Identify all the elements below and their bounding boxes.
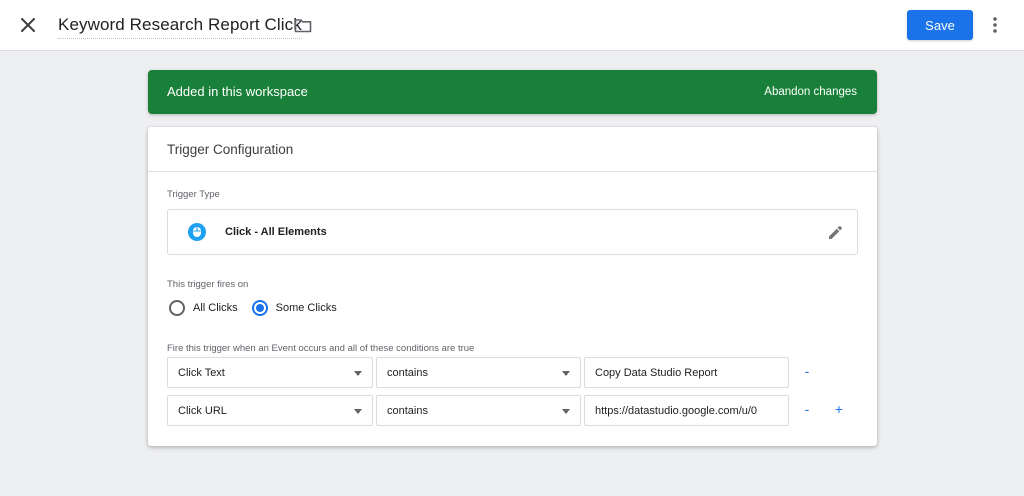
operator-value: contains — [387, 367, 428, 379]
dropdown-caret-icon — [354, 409, 362, 414]
more-vert-icon — [993, 17, 997, 33]
radio-some-clicks[interactable]: Some Clicks — [251, 300, 337, 316]
card-title: Trigger Configuration — [167, 142, 294, 157]
condition-value-input[interactable]: Copy Data Studio Report — [584, 357, 789, 388]
folder-button[interactable] — [292, 15, 314, 35]
radio-unchecked-icon — [169, 300, 185, 316]
condition-value: https://datastudio.google.com/u/0 — [595, 405, 758, 417]
remove-condition-button[interactable]: - — [800, 401, 814, 417]
edit-icon[interactable] — [825, 223, 845, 243]
trigger-type-name: Click - All Elements — [225, 226, 327, 238]
condition-value: Copy Data Studio Report — [595, 367, 718, 379]
condition-row: Click Text contains Copy Data Studio Rep… — [167, 357, 867, 388]
variable-select[interactable]: Click Text — [167, 357, 373, 388]
operator-select[interactable]: contains — [376, 395, 581, 426]
operator-value: contains — [387, 405, 428, 417]
trigger-type-label: Trigger Type — [167, 189, 220, 200]
conditions-label: Fire this trigger when an Event occurs a… — [167, 343, 475, 354]
operator-select[interactable]: contains — [376, 357, 581, 388]
folder-icon — [294, 18, 312, 32]
dropdown-caret-icon — [562, 409, 570, 414]
trigger-type-selector[interactable]: Click - All Elements — [167, 209, 858, 255]
fires-on-radio-group: All Clicks Some Clicks — [169, 299, 351, 317]
variable-value: Click Text — [178, 367, 225, 379]
card-header: Trigger Configuration — [148, 127, 877, 172]
trigger-name-title[interactable]: Keyword Research Report Click — [58, 15, 302, 39]
variable-select[interactable]: Click URL — [167, 395, 373, 426]
more-options-button[interactable] — [985, 13, 1005, 37]
workspace-status-banner: Added in this workspace Abandon changes — [148, 70, 877, 114]
condition-value-input[interactable]: https://datastudio.google.com/u/0 — [584, 395, 789, 426]
radio-all-clicks[interactable]: All Clicks — [169, 300, 238, 316]
banner-text: Added in this workspace — [167, 84, 308, 99]
variable-value: Click URL — [178, 405, 227, 417]
fires-on-label: This trigger fires on — [167, 279, 249, 290]
radio-label: All Clicks — [193, 302, 238, 314]
close-icon — [21, 18, 35, 32]
save-button[interactable]: Save — [907, 10, 973, 40]
remove-condition-button[interactable]: - — [800, 363, 814, 379]
trigger-configuration-card: Trigger Configuration Trigger Type Click… — [148, 127, 877, 446]
add-condition-button[interactable]: + — [832, 401, 846, 417]
radio-checked-icon — [251, 300, 268, 316]
dropdown-caret-icon — [354, 371, 362, 376]
abandon-changes-link[interactable]: Abandon changes — [764, 86, 857, 98]
top-bar: Keyword Research Report Click Save — [0, 0, 1024, 51]
close-button[interactable] — [16, 13, 40, 37]
condition-row: Click URL contains https://datastudio.go… — [167, 395, 867, 426]
radio-label: Some Clicks — [275, 302, 337, 314]
dropdown-caret-icon — [562, 371, 570, 376]
mouse-icon — [188, 223, 206, 241]
